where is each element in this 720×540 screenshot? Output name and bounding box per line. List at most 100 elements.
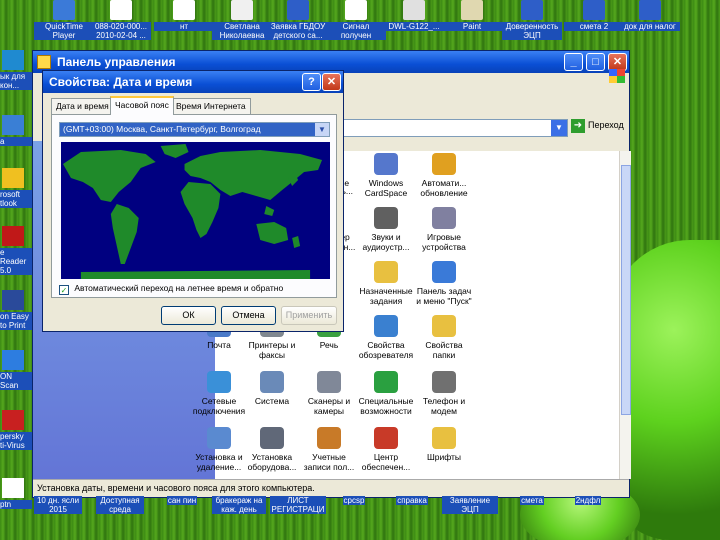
dialog-close-button[interactable]: ✕ (322, 73, 341, 91)
dst-checkbox-row[interactable]: ✓ Автоматический переход на летнее время… (59, 283, 283, 295)
audio-icon (374, 207, 398, 229)
folder-options-icon (432, 315, 456, 337)
desktop-icon-quicktime[interactable]: QuickTime Player (34, 0, 94, 40)
cp-item-accessibility[interactable]: Специальные возможности (357, 371, 415, 416)
dst-checkbox[interactable]: ✓ (59, 285, 69, 295)
dialog-title: Свойства: Дата и время (49, 75, 193, 89)
cp-item-network[interactable]: Сетевые подключения (190, 371, 248, 416)
desktop-icon-dostupnaya[interactable]: Доступная среда (96, 496, 144, 514)
help-button[interactable]: ? (302, 73, 321, 91)
cp-item-scanner[interactable]: Сканеры и камеры (300, 371, 358, 416)
cp-item-internet-options[interactable]: Свойства обозревателя (357, 315, 415, 360)
cp-item-label: Сетевые подключения (192, 396, 246, 416)
tab-date-time[interactable]: Дата и время (51, 98, 114, 114)
desktop-icon-smeta[interactable]: смета (510, 496, 554, 505)
cancel-button[interactable]: Отмена (221, 306, 276, 325)
word-doc-icon (521, 0, 543, 20)
desktop-icon-list[interactable]: ЛИСТ РЕГИСТРАЦИ (270, 496, 326, 514)
cp-item-label: Почта (207, 340, 231, 350)
scanner-icon (317, 371, 341, 393)
desktop-icon-yasli[interactable]: 10 дн. ясли 2015 (34, 496, 82, 514)
chevron-down-icon[interactable]: ▼ (551, 120, 567, 136)
desktop-icon-zayavka[interactable]: Заявка ГБДОУ детского са... (268, 0, 328, 40)
gamepad-icon (432, 207, 456, 229)
scrollbar[interactable] (619, 151, 631, 479)
cp-item-taskbar[interactable]: Панель задач и меню "Пуск" (415, 261, 473, 306)
maximize-button[interactable]: □ (586, 53, 605, 71)
apply-button[interactable]: Применить (281, 306, 337, 325)
desktop-icon-svetlana[interactable]: Светлана Николаевна (212, 0, 272, 40)
desktop-icon-yazyk[interactable]: ык для кон... (0, 50, 32, 90)
desktop-icon-smeta2[interactable]: смета 2 (564, 0, 624, 31)
cp-item-folder-options[interactable]: Свойства папки (415, 315, 473, 360)
cp-item-cardspace[interactable]: Windows CardSpace (357, 153, 415, 198)
desktop-icon-kaspersky[interactable]: persky ti-Virus (0, 410, 32, 450)
desktop-icon-a[interactable]: a (0, 115, 32, 146)
desktop-icon-brakerazh[interactable]: бракераж на каж. день (212, 496, 266, 514)
desktop-icon-ptn[interactable]: ptn (0, 478, 32, 509)
cp-item-system[interactable]: Система (243, 371, 301, 406)
cp-item-windows-update[interactable]: Автомати... обновление (415, 153, 473, 198)
internet-options-icon (374, 315, 398, 337)
desktop-icon-file[interactable]: 088-020-000... 2010-02-04 ... (91, 0, 151, 40)
go-button[interactable]: ➜ Переход (571, 119, 624, 133)
windows-update-icon (432, 153, 456, 175)
word-doc-icon (287, 0, 309, 20)
outlook-icon (2, 168, 24, 188)
minimize-button[interactable]: _ (564, 53, 583, 71)
scrollbar-thumb[interactable] (621, 165, 631, 415)
cp-item-security-center[interactable]: Центр обеспечен... (357, 427, 415, 472)
cp-item-label: Система (254, 396, 290, 406)
desktop-icon-spravka[interactable]: справка (388, 496, 436, 505)
taskbar-icon (432, 261, 456, 283)
desktop-icon-zayavlenie[interactable]: Заявление ЭЦП (442, 496, 498, 514)
desktop-icon-nalog[interactable]: док для налог (620, 0, 680, 31)
desktop-icon-easy-print[interactable]: on Easy to Print (0, 290, 32, 330)
tab-time-zone[interactable]: Часовой пояс (110, 96, 174, 115)
desktop-icon-sanpin[interactable]: сан пин (158, 496, 206, 505)
cp-item-label: Специальные возможности (358, 396, 414, 416)
ok-button[interactable]: ОК (161, 306, 216, 325)
date-time-dialog: Свойства: Дата и время ? ✕ Дата и время … (42, 70, 344, 332)
desktop-icon-cpcsp[interactable]: cpcsp (334, 496, 374, 505)
desktop-icon-doverennost[interactable]: Доверенность ЭЦП (502, 0, 562, 40)
scheduled-tasks-icon (374, 261, 398, 283)
cp-item-label: Речь (319, 340, 339, 350)
cp-item-scheduled-tasks[interactable]: Назначенные задания (357, 261, 415, 306)
dst-label: Автоматический переход на летнее время и… (74, 283, 284, 293)
world-map-image (61, 142, 330, 279)
cp-item-audio[interactable]: Звуки и аудиоустр... (357, 207, 415, 252)
dialog-titlebar[interactable]: Свойства: Дата и время ? ✕ (43, 71, 343, 93)
tab-internet-time[interactable]: Время Интернета (171, 98, 251, 114)
desktop-icon-dwl[interactable]: DWL-G122_... (384, 0, 444, 31)
desktop-icon-nt[interactable]: нт (154, 0, 214, 31)
desktop-icon-signal[interactable]: Сигнал получен (326, 0, 386, 40)
cp-item-label: Назначенные задания (359, 286, 413, 306)
cp-item-add-remove[interactable]: Установка и удаление... (190, 427, 248, 472)
address-input[interactable]: ▼ (333, 119, 568, 137)
desktop-icon-2ndfl[interactable]: 2ндфл (566, 496, 610, 505)
desktop-icon-paint[interactable]: Paint (442, 0, 502, 31)
cp-item-label: Автомати... обновление (420, 178, 468, 198)
timezone-select[interactable]: (GMT+03:00) Москва, Санкт-Петербург, Вол… (59, 122, 330, 137)
cp-item-label: Свойства папки (425, 340, 463, 360)
desktop-icon-adobe-reader[interactable]: e Reader 5.0 (0, 226, 32, 275)
archive-icon (403, 0, 425, 20)
cp-item-gamepad[interactable]: Игровые устройства (415, 207, 473, 252)
windows-logo-icon (609, 69, 625, 83)
cp-item-user-accounts[interactable]: Учетные записи пол... (300, 427, 358, 472)
document-icon (173, 0, 195, 20)
phone-icon (432, 371, 456, 393)
fonts-icon (432, 427, 456, 449)
cp-item-add-hardware[interactable]: Установка оборудова... (243, 427, 301, 472)
user-accounts-icon (317, 427, 341, 449)
chevron-down-icon[interactable]: ▼ (315, 123, 329, 136)
cp-item-fonts[interactable]: Шрифты (415, 427, 473, 462)
add-hardware-icon (260, 427, 284, 449)
desktop-icon-outlook[interactable]: rosoft tlook (0, 168, 32, 208)
cp-item-phone[interactable]: Телефон и модем (415, 371, 473, 416)
control-panel-icon (37, 55, 51, 69)
desktop-icon-scan[interactable]: ON Scan (0, 350, 32, 390)
cp-item-label: Принтеры и факсы (248, 340, 296, 360)
cp-item-label: Свойства обозревателя (358, 340, 414, 360)
